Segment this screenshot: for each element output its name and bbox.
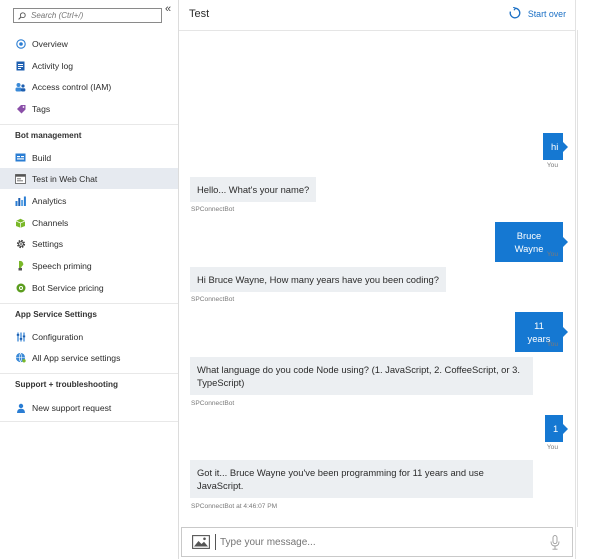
- sidebar-item-label: Activity log: [32, 60, 74, 71]
- sidebar-item-label: Settings: [32, 238, 64, 249]
- chat-header: Test Start over: [179, 0, 575, 30]
- support-request-icon: [15, 402, 26, 413]
- sidebar-item-channels[interactable]: Channels: [0, 212, 178, 233]
- tag-icon: [15, 103, 26, 114]
- overview-icon: [15, 38, 26, 49]
- sidebar-item-label: Channels: [32, 217, 69, 228]
- app-service-globe-icon: [15, 352, 26, 363]
- page-title: Test: [189, 8, 210, 20]
- sidebar-item-settings[interactable]: Settings: [0, 233, 178, 254]
- bot-message: Got it... Bruce Wayne you've been progra…: [190, 460, 533, 498]
- search-input[interactable]: [31, 11, 156, 20]
- sidebar-item-label: Overview: [32, 38, 68, 49]
- sidebar-item-analytics[interactable]: Analytics: [0, 190, 178, 211]
- sidebar-item-overview[interactable]: Overview: [0, 33, 178, 54]
- menu-divider: [0, 421, 178, 422]
- access-control-icon: [15, 81, 26, 92]
- sidebar-item-new-support-request[interactable]: New support request: [0, 397, 178, 418]
- message-sender: SPConnectBot: [191, 206, 235, 213]
- refresh-icon: [509, 6, 521, 21]
- message-sender: You: [546, 162, 558, 169]
- image-upload-icon[interactable]: [192, 535, 210, 549]
- sidebar-item-label: Speech priming: [32, 260, 92, 271]
- user-message: hi: [543, 133, 568, 160]
- build-icon: [15, 152, 26, 163]
- bot-message: Hello... What's your name?: [190, 177, 317, 202]
- header-divider: [179, 30, 575, 31]
- blade-menu: « Overview Activity log Access control (…: [0, 0, 179, 559]
- sidebar-item-access-control[interactable]: Access control (IAM): [0, 76, 178, 97]
- message-sender: You: [546, 341, 558, 348]
- menu-divider: [0, 124, 178, 125]
- message-composer: [181, 527, 573, 557]
- menu-divider: [0, 373, 178, 374]
- activity-log-icon: [15, 60, 26, 71]
- sidebar-item-configuration[interactable]: Configuration: [0, 326, 178, 347]
- message-sender: You: [546, 251, 558, 258]
- analytics-icon: [15, 195, 26, 206]
- message-input[interactable]: [220, 536, 540, 548]
- scrollbar-region[interactable]: [575, 0, 602, 559]
- sidebar-item-label: Build: [32, 152, 52, 163]
- sidebar-item-speech-priming[interactable]: Speech priming: [0, 255, 178, 276]
- sidebar-item-label: Analytics: [32, 195, 67, 206]
- web-chat-panel: Test Start over hi You Hello... What's y…: [179, 0, 575, 559]
- start-over-button[interactable]: Start over: [509, 6, 566, 21]
- sidebar-item-activity-log[interactable]: Activity log: [0, 55, 178, 76]
- pricing-icon: [15, 282, 26, 293]
- channels-icon: [15, 217, 26, 228]
- bot-message: What language do you code Node using? (1…: [190, 357, 533, 395]
- configuration-icon: [15, 331, 26, 342]
- microphone-icon[interactable]: [550, 535, 560, 550]
- message-sender: SPConnectBot: [191, 296, 235, 303]
- message-sender: SPConnectBot: [191, 400, 235, 407]
- gear-icon: [15, 238, 26, 249]
- web-chat-icon: [15, 173, 26, 184]
- sidebar-item-bot-service-pricing[interactable]: Bot Service pricing: [0, 277, 178, 298]
- text-caret: [215, 534, 216, 550]
- user-message: 1: [545, 415, 568, 442]
- search-box[interactable]: [13, 8, 162, 23]
- section-heading-bot-management: Bot management: [15, 131, 82, 140]
- sidebar-item-test-in-web-chat[interactable]: Test in Web Chat: [0, 168, 178, 189]
- sidebar-item-label: Access control (IAM): [32, 81, 112, 92]
- sidebar-item-label: Test in Web Chat: [32, 173, 98, 184]
- sidebar-item-label: All App service settings: [32, 352, 121, 363]
- bot-message: Hi Bruce Wayne, How many years have you …: [190, 267, 446, 292]
- sidebar-item-label: Tags: [32, 103, 51, 114]
- sidebar-item-build[interactable]: Build: [0, 147, 178, 168]
- menu-divider: [0, 303, 178, 304]
- sidebar-item-label: Bot Service pricing: [32, 282, 104, 293]
- section-heading-app-service-settings: App Service Settings: [15, 310, 97, 319]
- speech-priming-icon: [15, 260, 26, 271]
- search-icon: [18, 11, 26, 20]
- sidebar-item-label: Configuration: [32, 331, 84, 342]
- collapse-menu-button[interactable]: «: [165, 4, 171, 15]
- sidebar-item-all-app-service-settings[interactable]: All App service settings: [0, 347, 178, 368]
- scrollbar-track[interactable]: [577, 30, 578, 527]
- sidebar-item-label: New support request: [32, 402, 112, 413]
- section-heading-support: Support + troubleshooting: [15, 380, 119, 389]
- message-timestamp: SPConnectBot at 4:46:07 PM: [191, 503, 278, 510]
- start-over-label: Start over: [527, 9, 566, 19]
- message-sender: You: [546, 444, 558, 451]
- sidebar-item-tags[interactable]: Tags: [0, 98, 178, 119]
